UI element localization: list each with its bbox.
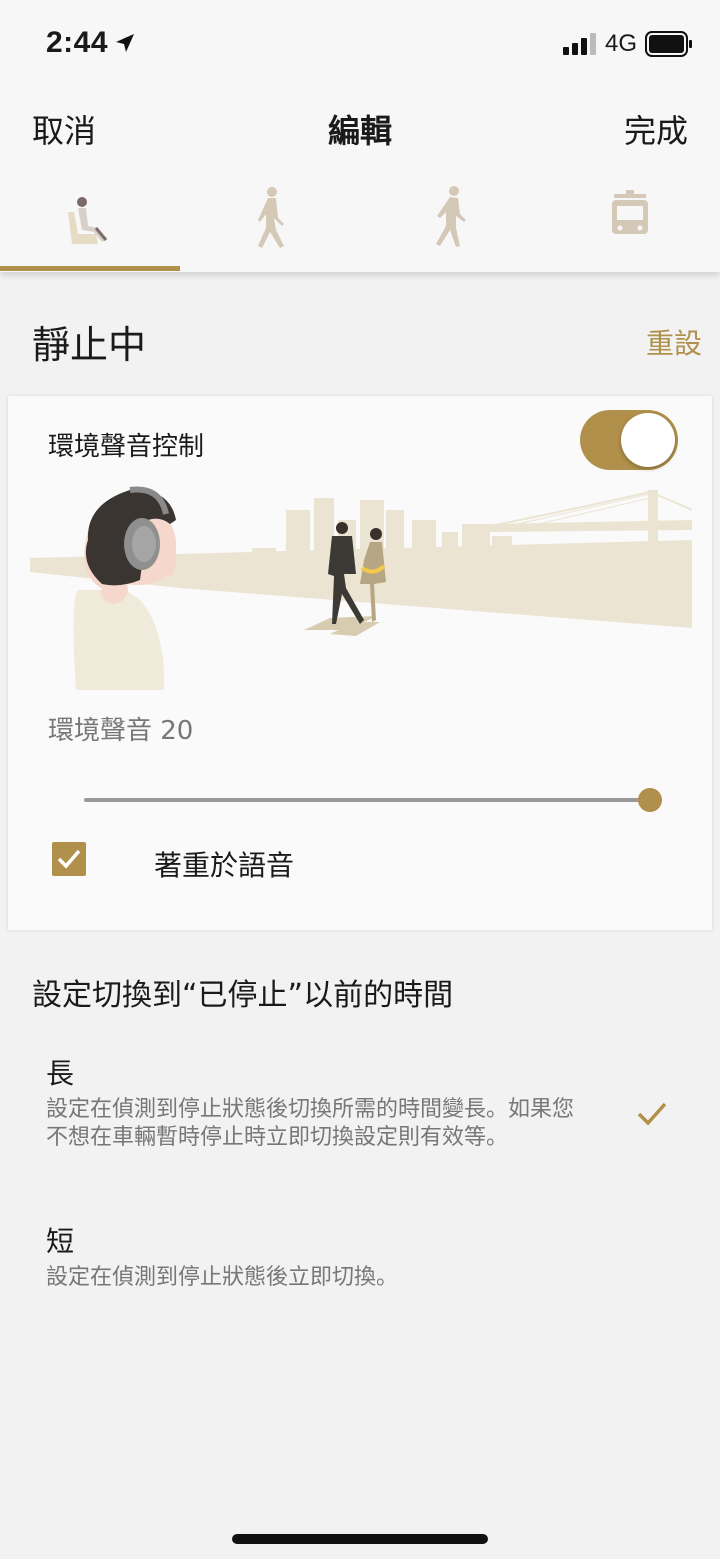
option-long-description: 設定在偵測到停止狀態後切換所需的時間變長。如果您不想在車輛暫時停止時立即切換設定…: [46, 1097, 575, 1150]
voice-focus-checkbox[interactable]: [52, 842, 86, 876]
tab-transport[interactable]: [540, 170, 720, 272]
option-short-title: 短: [46, 1225, 75, 1258]
ambient-control-label: 環境聲音控制: [48, 432, 205, 462]
slider-track: [84, 798, 650, 802]
network-type: 4G: [605, 30, 638, 57]
battery-icon: [645, 31, 692, 57]
ambient-level-slider[interactable]: [84, 780, 662, 820]
walking-person-icon: [258, 187, 284, 248]
ambient-sound-illustration: [30, 486, 692, 690]
cancel-button[interactable]: 取消: [32, 106, 96, 152]
train-icon: [612, 190, 648, 234]
option-short-description: 設定在偵測到停止狀態後立即切換。: [46, 1265, 399, 1290]
tab-staying[interactable]: [0, 170, 180, 272]
home-indicator[interactable]: [232, 1534, 488, 1544]
status-time: 2:44: [46, 26, 109, 59]
cellular-signal-icon: [563, 33, 596, 55]
timing-section-title: 設定切換到“已停止”以前的時間: [32, 978, 454, 1013]
slider-thumb[interactable]: [638, 788, 662, 812]
done-button[interactable]: 完成: [624, 106, 688, 152]
option-long-title: 長: [46, 1057, 75, 1090]
activity-tab-bar: [0, 170, 720, 272]
toggle-knob: [621, 413, 675, 467]
selected-check-icon: [637, 1102, 667, 1126]
status-bar: 2:44 4G: [0, 0, 720, 88]
tab-running[interactable]: [360, 170, 540, 272]
page-title: 編輯: [327, 112, 392, 150]
running-person-icon: [436, 186, 466, 247]
voice-focus-label: 著重於語音: [154, 849, 295, 882]
sitting-person-icon: [68, 197, 108, 244]
option-short[interactable]: 短 設定在偵測到停止狀態後立即切換。: [0, 1220, 720, 1310]
state-title: 靜止中: [32, 323, 147, 367]
ambient-sound-card: 環境聲音控制 環境聲音 20 著重於語音: [8, 396, 712, 930]
ambient-level-label: 環境聲音 20: [48, 716, 194, 746]
reset-button[interactable]: 重設: [646, 322, 702, 362]
location-arrow-icon: [116, 34, 134, 52]
navigation-bar: 取消 編輯 完成: [0, 88, 720, 170]
tab-selected-indicator: [0, 266, 180, 271]
option-long[interactable]: 長 設定在偵測到停止狀態後切換所需的時間變長。如果您不想在車輛暫時停止時立即切換…: [0, 1052, 720, 1192]
tab-walking[interactable]: [180, 170, 360, 272]
checkmark-icon: [57, 849, 81, 869]
ambient-control-toggle[interactable]: [580, 410, 678, 470]
